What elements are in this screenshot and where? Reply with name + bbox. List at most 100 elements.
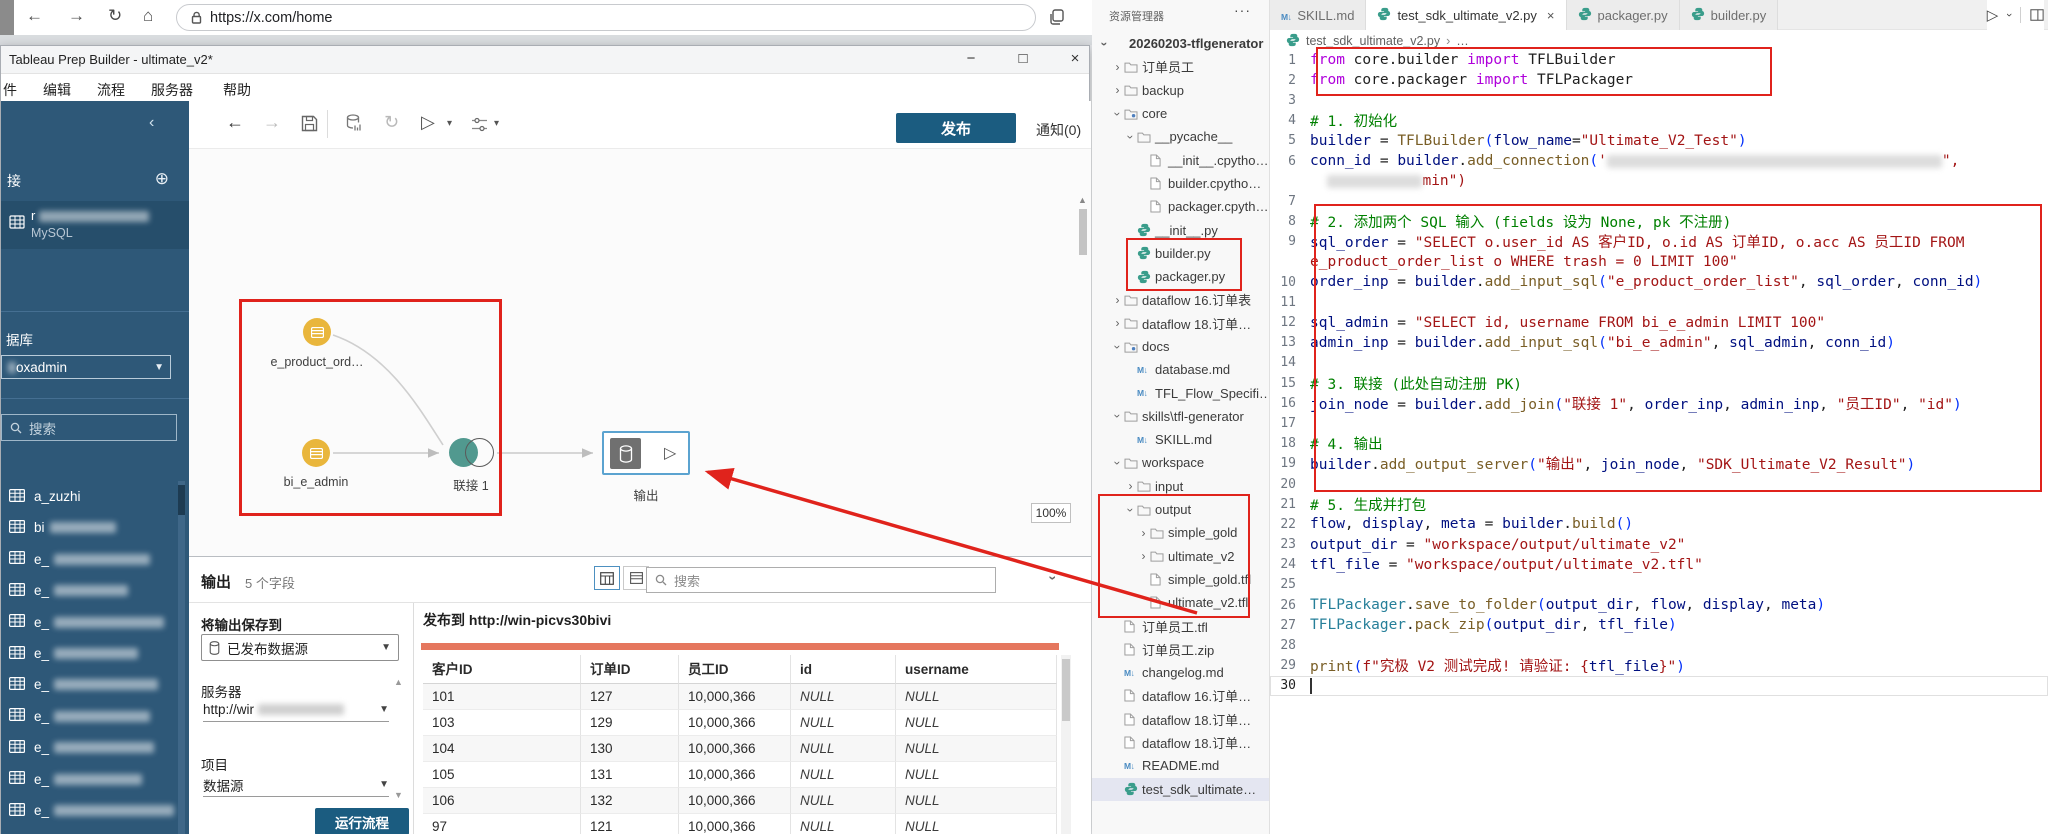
tree-item[interactable]: M↓ database.md [1092,358,1269,381]
tree-item[interactable]: › simple_gold [1092,521,1269,544]
menu-item-0[interactable]: 件 [3,80,17,100]
scroll-down-icon[interactable]: ▼ [394,790,403,800]
breadcrumb[interactable]: test_sdk_ultimate_v2.py › … [1270,30,2048,52]
editor-tab[interactable]: builder.py [1679,0,1779,30]
tree-item[interactable]: › dataflow 18.订单… [1092,312,1269,335]
column-header[interactable]: 员工ID [679,655,791,684]
editor-tab[interactable]: test_sdk_ultimate_v2.py × [1366,0,1567,30]
tree-item[interactable]: › input [1092,475,1269,498]
tree-item[interactable]: __init__.py [1092,218,1269,241]
tree-item[interactable]: simple_gold.tfl [1092,568,1269,591]
settings-sliders-icon[interactable] [471,116,488,137]
tree-item[interactable]: builder.py [1092,242,1269,265]
fields-search[interactable]: 搜索 [646,567,996,593]
menu-item-2[interactable]: 流程 [97,80,125,100]
sidebar-table-item[interactable]: bi [1,512,177,543]
data-source-icon[interactable] [346,114,362,138]
sidebar-table-item[interactable]: e_ [1,638,177,669]
tree-item[interactable]: test_sdk_ultimate… [1092,777,1269,801]
column-header[interactable]: username [896,655,1057,684]
tree-item[interactable]: M↓ README.md [1092,754,1269,777]
tree-item[interactable]: dataflow 16.订单… [1092,684,1269,707]
menu-item-1[interactable]: 编辑 [43,80,71,100]
editor-tab[interactable]: M↓ SKILL.md [1270,0,1367,30]
output-node-selected[interactable]: ▷ [602,431,690,475]
sidebar-table-item[interactable]: e_ [1,669,177,700]
tree-item[interactable]: › 20260203-tflgenerator [1092,32,1269,55]
minimize-button[interactable]: − [956,50,986,67]
close-tab-icon[interactable]: × [1547,8,1555,23]
forward-icon[interactable]: → [68,6,85,26]
url-bar[interactable]: https://x.com/home [176,4,1036,31]
tree-item[interactable]: › core [1092,102,1269,125]
tabs-copy-icon[interactable] [1048,8,1066,31]
scroll-up-icon[interactable]: ▲ [394,677,403,687]
project-select[interactable]: 数据源 ▼ [203,773,389,797]
tree-item[interactable]: › ultimate_v2 [1092,545,1269,568]
tree-item[interactable]: dataflow 18.订单… [1092,731,1269,754]
collapse-pane-icon[interactable]: › [1045,576,1061,581]
sidebar-table-item[interactable]: a_zuzhi [1,481,177,512]
editor-tab[interactable]: packager.py [1566,0,1680,30]
sidebar-table-item[interactable]: e_ [1,544,177,575]
sidebar-scrollbar[interactable] [178,481,185,834]
settings-dropdown-icon[interactable]: ▾ [494,118,499,129]
canvas-scrollbar[interactable] [1079,209,1087,255]
menu-item-4[interactable]: 帮助 [223,80,251,100]
tree-item[interactable]: __init__.cpytho… [1092,148,1269,171]
tree-item[interactable]: ultimate_v2.tfl [1092,591,1269,614]
database-select[interactable]: oxadmin ▼ [1,355,171,379]
tree-item[interactable]: › skills\tfl-generator [1092,405,1269,428]
column-header[interactable]: 订单ID [581,655,679,684]
sidebar-table-item[interactable]: e_ [1,764,177,795]
tree-item[interactable]: › docs [1092,335,1269,358]
sidebar-table-item[interactable]: e_ [1,575,177,606]
sidebar-table-item[interactable]: e_ [1,607,177,638]
close-button[interactable]: × [1060,50,1090,67]
refresh-icon[interactable]: ↻ [108,6,122,26]
sidebar-search[interactable]: 搜索 [1,414,177,441]
column-header[interactable]: id [791,655,896,684]
tree-item[interactable]: › workspace [1092,451,1269,474]
menu-item-3[interactable]: 服务器 [151,80,193,100]
tree-item[interactable]: M↓ SKILL.md [1092,428,1269,451]
tree-item[interactable]: dataflow 18.订单… [1092,708,1269,731]
tree-item[interactable]: packager.cpyth… [1092,195,1269,218]
tree-item[interactable]: › 订单员工 [1092,55,1269,78]
run-flow-button[interactable]: 运行流程 [315,808,409,834]
code-area[interactable]: 1 from core.builder import TFLBuilder 2 fro… [1270,50,2048,696]
table-scrollbar[interactable] [1061,655,1071,834]
grid-view-button[interactable] [594,566,620,590]
run-output-icon[interactable]: ▷ [664,443,676,463]
save-icon[interactable] [301,115,318,137]
run-dropdown-icon[interactable]: › [2003,13,2015,17]
scroll-up-icon[interactable]: ▲ [1078,195,1087,205]
split-editor-icon[interactable] [2030,8,2044,22]
flow-canvas[interactable]: e_product_ord… bi_e_admin 联接 1 ▷ 输出 100%… [189,149,1091,556]
tree-item[interactable]: › __pycache__ [1092,125,1269,148]
home-icon[interactable]: ⌂ [143,6,153,26]
refresh-icon[interactable]: ↻ [384,112,399,133]
connection-item[interactable]: r MySQL [1,201,189,249]
run-dropdown-icon[interactable]: ▾ [447,118,452,129]
tree-item[interactable]: › output [1092,498,1269,521]
add-connection-icon[interactable]: ⊕ [155,169,169,189]
tree-item[interactable]: › backup [1092,79,1269,102]
sidebar-table-item[interactable]: e_ [1,701,177,732]
tree-item[interactable]: 订单员工.tfl [1092,614,1269,637]
sidebar-table-item[interactable]: e_ [1,795,177,826]
run-python-icon[interactable]: ▷ [1987,6,1999,24]
run-flow-icon[interactable]: ▷ [421,112,435,133]
column-header[interactable]: 客户ID [423,655,581,684]
redo-icon[interactable]: → [263,112,281,133]
save-to-select[interactable]: 已发布数据源 ▼ [201,634,399,661]
tree-item[interactable]: › dataflow 16.订单表 [1092,288,1269,311]
tree-item[interactable]: M↓ TFL_Flow_Specifi… [1092,381,1269,404]
tree-item[interactable]: packager.py [1092,265,1269,288]
tree-item[interactable]: 订单员工.zip [1092,638,1269,661]
more-actions-icon[interactable]: ··· [1234,2,1251,18]
tree-item[interactable]: M↓ changelog.md [1092,661,1269,684]
sidebar-table-item[interactable]: e_ [1,732,177,763]
server-select[interactable]: http://wir ▼ [203,698,389,722]
back-icon[interactable]: ← [26,6,43,26]
